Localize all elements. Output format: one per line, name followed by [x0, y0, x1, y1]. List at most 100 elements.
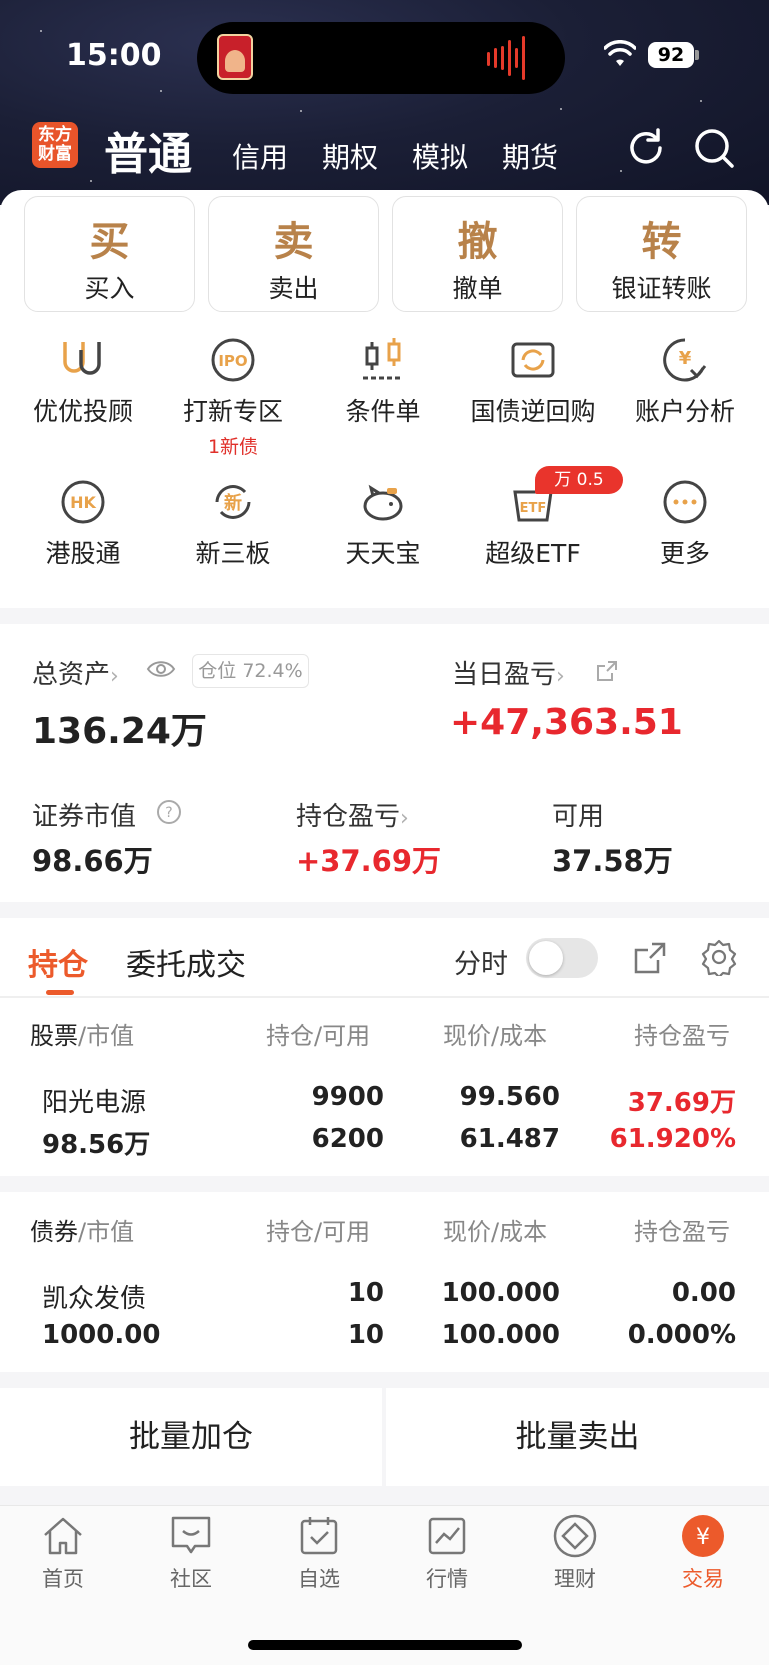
- tabbar-wealth[interactable]: 理财: [525, 1513, 625, 1593]
- stock-col-pl: 持仓盈亏: [634, 1022, 730, 1050]
- holding-pl-label[interactable]: 持仓盈亏›: [296, 796, 409, 833]
- stock-col-name: 股票/市值: [30, 1022, 135, 1050]
- buy-button[interactable]: 买买入: [24, 196, 195, 312]
- bond-name: 凯众发债: [42, 1284, 147, 1314]
- battery-tip: [695, 50, 699, 60]
- settings-gear-icon[interactable]: [700, 938, 738, 976]
- stock-pl: 37.69万: [627, 1088, 736, 1118]
- help-icon[interactable]: ?: [156, 799, 182, 825]
- feature-tiantianbao[interactable]: 天天宝: [308, 478, 458, 570]
- dynamic-island: [197, 22, 565, 94]
- feature-hk-connect[interactable]: HK 港股通: [8, 478, 158, 570]
- bond-pl-percent: 0.000%: [627, 1320, 736, 1350]
- stock-name: 阳光电源: [42, 1088, 147, 1118]
- watchlist-icon: [300, 1517, 338, 1555]
- feature-ipo-zone[interactable]: IPO 打新专区 1新债: [158, 336, 308, 459]
- hk-icon: HK: [61, 480, 105, 524]
- bond-cost: 100.000: [441, 1320, 560, 1350]
- tab-simulated[interactable]: 模拟: [412, 136, 468, 176]
- more-icon: [663, 480, 707, 524]
- svg-text:新: 新: [224, 492, 242, 514]
- daily-pl-label[interactable]: 当日盈亏›: [452, 654, 565, 691]
- account-analysis-icon: ¥: [663, 338, 707, 382]
- bond-market-value: 1000.00: [42, 1320, 161, 1350]
- feature-account-analysis[interactable]: ¥ 账户分析: [610, 336, 760, 428]
- share-out-icon[interactable]: [596, 660, 618, 682]
- available-label: 可用: [552, 802, 605, 832]
- feature-treasury-repo[interactable]: 国债逆回购: [458, 336, 608, 428]
- cancel-order-button[interactable]: 撤撤单: [392, 196, 563, 312]
- tab-positions[interactable]: 持仓: [28, 940, 88, 984]
- eye-icon[interactable]: [146, 658, 176, 680]
- app-logo: 东方 财富: [32, 122, 78, 168]
- repo-icon: [511, 342, 555, 378]
- bond-col-name: 债券/市值: [30, 1218, 135, 1246]
- svg-text:¥: ¥: [696, 1525, 710, 1550]
- bond-pl: 0.00: [671, 1278, 736, 1308]
- stock-col-qty: 持仓/可用: [266, 1022, 371, 1050]
- feature-new-third-board[interactable]: 新 新三板: [158, 478, 308, 570]
- tab-futures[interactable]: 期货: [502, 136, 558, 176]
- bond-qty: 10: [347, 1278, 384, 1308]
- ipo-icon: IPO: [211, 338, 255, 382]
- stock-qty: 9900: [311, 1082, 384, 1112]
- live-activity-app-icon[interactable]: [217, 34, 253, 80]
- svg-text:?: ?: [165, 805, 172, 821]
- refresh-icon[interactable]: [624, 126, 668, 170]
- market-icon: [428, 1517, 466, 1555]
- active-tab-indicator: [46, 990, 74, 995]
- condition-order-icon: [363, 338, 403, 380]
- total-assets-value: 136.24万: [32, 711, 207, 752]
- tabbar-watchlist[interactable]: 自选: [269, 1513, 369, 1593]
- batch-add-button[interactable]: 批量加仓: [0, 1388, 382, 1486]
- chevron-right-icon: ›: [556, 664, 565, 689]
- share-out-icon[interactable]: [632, 940, 668, 976]
- piggy-bank-icon: [363, 484, 403, 521]
- tabbar-home[interactable]: 首页: [13, 1513, 113, 1593]
- chevron-right-icon: ›: [400, 806, 409, 831]
- community-icon: [171, 1516, 211, 1554]
- bond-col-pl: 持仓盈亏: [634, 1218, 730, 1246]
- bond-available: 10: [347, 1320, 384, 1350]
- bond-price: 100.000: [441, 1278, 560, 1308]
- home-icon: [44, 1517, 82, 1555]
- svg-text:ETF: ETF: [520, 501, 547, 516]
- stock-market-value: 98.56万: [42, 1130, 151, 1160]
- total-assets-label[interactable]: 总资产›: [32, 654, 119, 691]
- stock-col-price: 现价/成本: [443, 1022, 548, 1050]
- bank-transfer-button[interactable]: 转银证转账: [576, 196, 747, 312]
- stock-cost: 61.487: [459, 1124, 560, 1154]
- svg-text:HK: HK: [70, 493, 96, 512]
- holding-pl-value: +37.69万: [296, 844, 442, 878]
- tabbar-market[interactable]: 行情: [397, 1513, 497, 1593]
- battery-indicator: 92: [648, 42, 694, 68]
- wifi-icon: [604, 40, 636, 66]
- timeshare-toggle[interactable]: [526, 938, 598, 978]
- available-value: 37.58万: [552, 844, 673, 878]
- feature-condition-order[interactable]: 条件单: [308, 336, 458, 428]
- search-icon[interactable]: [692, 126, 736, 170]
- bond-col-qty: 持仓/可用: [266, 1218, 371, 1246]
- stock-price: 99.560: [459, 1082, 560, 1112]
- tab-options[interactable]: 期权: [322, 136, 378, 176]
- tab-credit[interactable]: 信用: [232, 136, 288, 176]
- home-indicator: [248, 1640, 522, 1650]
- status-time: 15:00: [66, 38, 162, 73]
- tabbar-community[interactable]: 社区: [141, 1513, 241, 1593]
- trade-icon: ¥: [682, 1515, 724, 1557]
- uu-icon: [63, 342, 101, 375]
- batch-sell-button[interactable]: 批量卖出: [386, 1388, 769, 1486]
- tab-orders-trades[interactable]: 委托成交: [126, 940, 246, 984]
- bond-col-price: 现价/成本: [443, 1218, 548, 1246]
- feature-uu-advisor[interactable]: 优优投顾: [8, 336, 158, 428]
- tabbar-trade[interactable]: ¥ 交易: [653, 1513, 753, 1593]
- sell-button[interactable]: 卖卖出: [208, 196, 379, 312]
- tab-normal[interactable]: 普通: [104, 118, 192, 182]
- chevron-right-icon: ›: [110, 664, 119, 689]
- feature-more[interactable]: 更多: [610, 478, 760, 570]
- svg-text:¥: ¥: [679, 348, 692, 369]
- new-third-board-icon: 新: [215, 485, 251, 519]
- timeshare-label: 分时: [454, 949, 508, 980]
- new-bond-hint: 1新债: [207, 436, 259, 458]
- stock-pl-percent: 61.920%: [609, 1124, 736, 1154]
